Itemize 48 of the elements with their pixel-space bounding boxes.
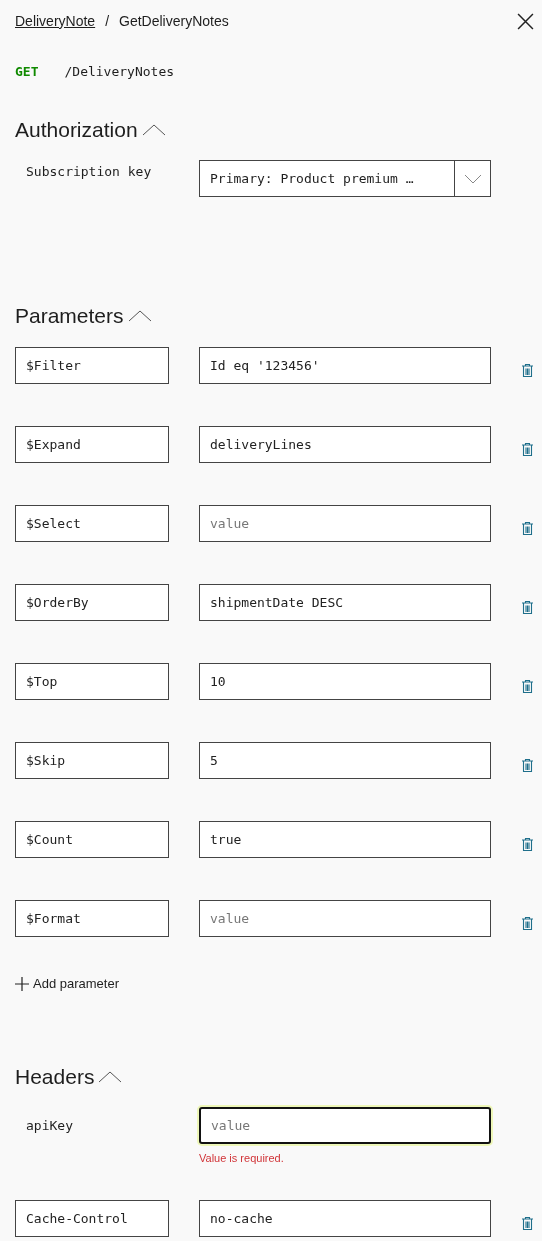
parameter-value-field[interactable]: Id eq '123456'	[199, 347, 491, 384]
trash-icon[interactable]	[521, 679, 534, 694]
collapse-chevron-icon[interactable]	[98, 1071, 123, 1083]
header-value-field[interactable]: value	[199, 1107, 491, 1144]
parameter-value-field[interactable]: value	[199, 505, 491, 542]
section-title: Parameters	[15, 303, 124, 330]
parameter-name-field[interactable]: $Filter	[15, 347, 169, 384]
error-message: Value is required.	[199, 1151, 285, 1166]
close-icon	[517, 12, 534, 30]
parameter-value-field[interactable]: shipmentDate DESC	[199, 584, 491, 621]
section-title: Headers	[15, 1064, 95, 1091]
parameter-value-field[interactable]: true	[199, 821, 491, 858]
trash-icon[interactable]	[521, 363, 534, 378]
collapse-chevron-icon[interactable]	[127, 310, 152, 322]
collapse-chevron-icon[interactable]	[141, 124, 166, 136]
header-name: apiKey	[25, 1116, 74, 1135]
parameter-value-field[interactable]: 5	[199, 742, 491, 779]
parameter-value-field[interactable]: value	[199, 900, 491, 937]
parameter-value-field[interactable]: deliveryLines	[199, 426, 491, 463]
breadcrumb-current: GetDeliveryNotes	[119, 11, 229, 31]
breadcrumb-separator: /	[105, 11, 110, 31]
trash-icon[interactable]	[521, 916, 534, 931]
header-value-field[interactable]: no-cache	[199, 1199, 491, 1237]
close-button[interactable]	[517, 12, 534, 30]
trash-icon[interactable]	[521, 521, 534, 536]
trash-icon[interactable]	[521, 758, 534, 773]
subscription-key-select[interactable]: Primary: Product premium …	[199, 160, 491, 197]
endpoint-path: /DeliveryNotes	[64, 63, 175, 82]
plus-icon	[15, 977, 29, 991]
http-method: GET	[15, 63, 39, 82]
chevron-down-icon	[463, 173, 482, 184]
header-name-field[interactable]: Cache-Control	[15, 1199, 169, 1237]
parameter-name-field[interactable]: $OrderBy	[15, 584, 169, 621]
section-title: Authorization	[15, 117, 138, 144]
trash-icon[interactable]	[521, 1215, 534, 1231]
parameter-name-field[interactable]: $Skip	[15, 742, 169, 779]
parameter-name-field[interactable]: $Top	[15, 663, 169, 700]
parameter-name-field[interactable]: $Expand	[15, 426, 169, 463]
breadcrumb-link[interactable]: DeliveryNote	[15, 10, 96, 32]
parameter-name-field[interactable]: $Count	[15, 821, 169, 858]
trash-icon[interactable]	[521, 600, 534, 615]
parameter-name-field[interactable]: $Select	[15, 505, 169, 542]
field-label: Subscription key	[25, 163, 153, 181]
parameter-name-field[interactable]: $Format	[15, 900, 169, 937]
trash-icon[interactable]	[521, 442, 534, 457]
parameter-value-field[interactable]: 10	[199, 663, 491, 700]
add-parameter-button[interactable]: Add parameter	[15, 974, 119, 994]
trash-icon[interactable]	[521, 837, 534, 852]
